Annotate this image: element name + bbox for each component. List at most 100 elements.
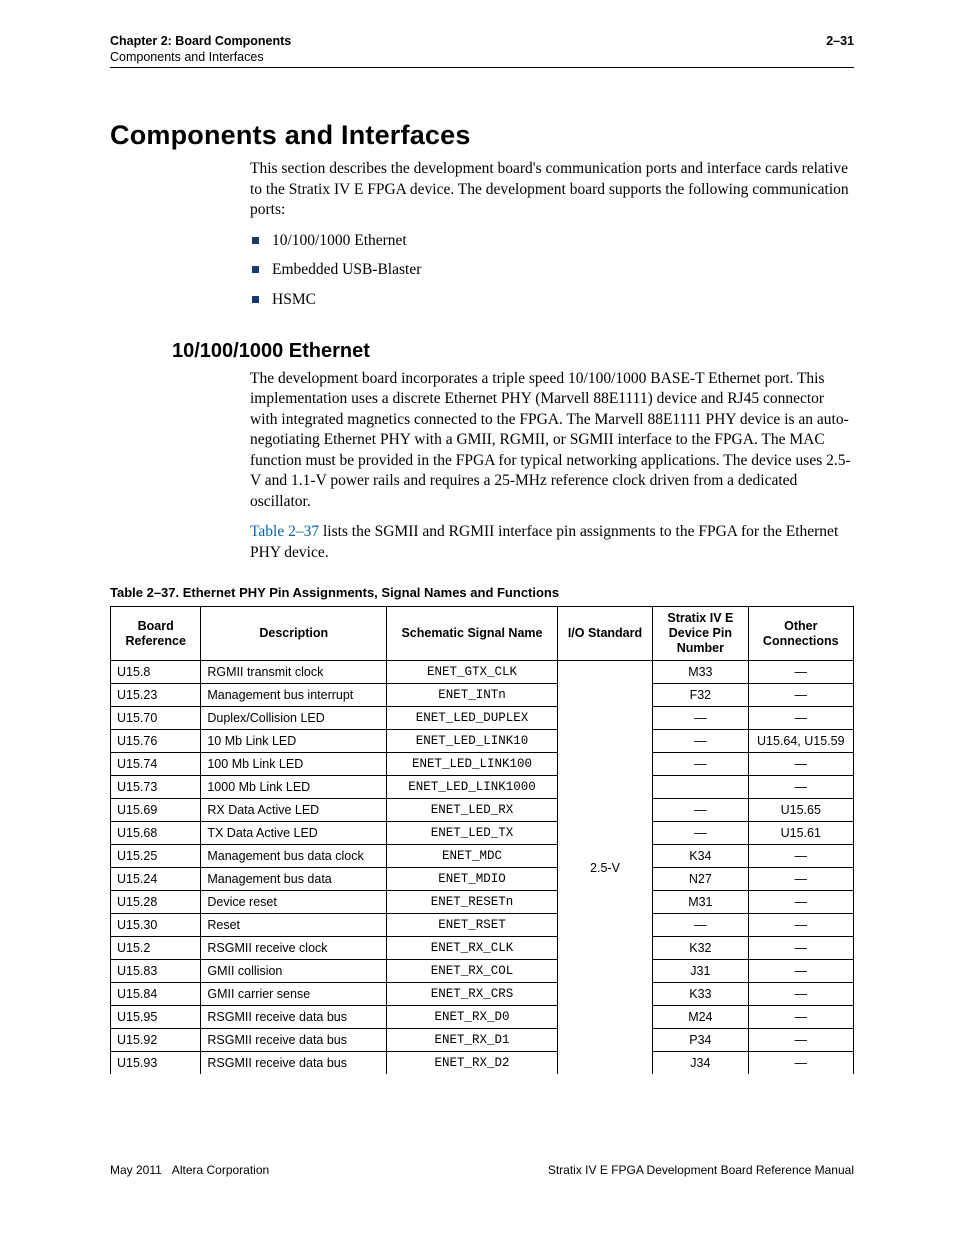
cell-description: Reset [201,914,387,937]
cell-pin-number: M24 [653,1006,748,1029]
intro-block: This section describes the development b… [250,159,854,310]
cell-pin-number: — [653,753,748,776]
cell-other-conn: — [748,1029,853,1052]
cell-pin-number: F32 [653,684,748,707]
table-row: U15.92RSGMII receive data busENET_RX_D1P… [111,1029,854,1052]
cell-signal-name: ENET_INTn [387,684,558,707]
header-chapter: Chapter 2: Board Components [110,34,291,50]
cell-signal-name: ENET_RX_D2 [387,1052,558,1075]
cell-other-conn: — [748,753,853,776]
cell-description: RSGMII receive data bus [201,1006,387,1029]
table-row: U15.95RSGMII receive data busENET_RX_D0M… [111,1006,854,1029]
cell-signal-name: ENET_RESETn [387,891,558,914]
cell-signal-name: ENET_LED_TX [387,822,558,845]
table-row: U15.84GMII carrier senseENET_RX_CRSK33— [111,983,854,1006]
col-other-conn: Other Connections [748,607,853,661]
cell-pin-number: M31 [653,891,748,914]
cell-signal-name: ENET_LED_LINK100 [387,753,558,776]
cell-other-conn: — [748,707,853,730]
cell-pin-number: P34 [653,1029,748,1052]
cell-other-conn: — [748,891,853,914]
cell-board-ref: U15.68 [111,822,201,845]
cell-pin-number: — [653,799,748,822]
cell-board-ref: U15.73 [111,776,201,799]
cell-pin-number: N27 [653,868,748,891]
list-item: 10/100/1000 Ethernet [250,231,854,251]
cell-description: RGMII transmit clock [201,661,387,684]
cell-signal-name: ENET_LED_LINK10 [387,730,558,753]
cell-signal-name: ENET_LED_LINK1000 [387,776,558,799]
table-row: U15.23Management bus interruptENET_INTnF… [111,684,854,707]
cell-pin-number: — [653,730,748,753]
cell-other-conn: — [748,914,853,937]
cell-board-ref: U15.30 [111,914,201,937]
col-pin-number: Stratix IV E Device Pin Number [653,607,748,661]
cell-board-ref: U15.24 [111,868,201,891]
cell-board-ref: U15.93 [111,1052,201,1075]
table-row: U15.83GMII collisionENET_RX_COLJ31— [111,960,854,983]
cell-pin-number: K32 [653,937,748,960]
page-footer: May 2011 Altera Corporation Stratix IV E… [110,1163,854,1177]
cell-description: GMII collision [201,960,387,983]
cell-signal-name: ENET_RX_D1 [387,1029,558,1052]
table-xref[interactable]: Table 2–37 [250,523,319,540]
cell-board-ref: U15.74 [111,753,201,776]
cell-description: TX Data Active LED [201,822,387,845]
cell-description: Duplex/Collision LED [201,707,387,730]
ethernet-paragraph-1: The development board incorporates a tri… [250,369,854,512]
table-row: U15.70Duplex/Collision LEDENET_LED_DUPLE… [111,707,854,730]
footer-right: Stratix IV E FPGA Development Board Refe… [548,1163,854,1177]
cell-signal-name: ENET_GTX_CLK [387,661,558,684]
cell-other-conn: U15.61 [748,822,853,845]
cell-signal-name: ENET_RX_CRS [387,983,558,1006]
cell-description: RSGMII receive clock [201,937,387,960]
cell-board-ref: U15.83 [111,960,201,983]
cell-description: Management bus data clock [201,845,387,868]
cell-description: 100 Mb Link LED [201,753,387,776]
cell-description: 1000 Mb Link LED [201,776,387,799]
table-row: U15.24Management bus dataENET_MDION27— [111,868,854,891]
ports-list: 10/100/1000 Ethernet Embedded USB-Blaste… [250,231,854,310]
col-io-standard: I/O Standard [557,607,652,661]
col-board-ref: Board Reference [111,607,201,661]
table-row: U15.28Device resetENET_RESETnM31— [111,891,854,914]
cell-other-conn: — [748,845,853,868]
page-header: Chapter 2: Board Components Components a… [110,34,854,65]
header-rule [110,67,854,68]
cell-other-conn: U15.65 [748,799,853,822]
subsection-heading: 10/100/1000 Ethernet [172,340,854,363]
pin-table: Board Reference Description Schematic Si… [110,606,854,1074]
cell-description: GMII carrier sense [201,983,387,1006]
ethernet-paragraph-2: Table 2–37 lists the SGMII and RGMII int… [250,522,854,563]
cell-board-ref: U15.25 [111,845,201,868]
ethernet-paragraph-2-rest: lists the SGMII and RGMII interface pin … [250,523,838,560]
cell-signal-name: ENET_RX_CLK [387,937,558,960]
cell-board-ref: U15.84 [111,983,201,1006]
cell-signal-name: ENET_LED_DUPLEX [387,707,558,730]
cell-description: Management bus interrupt [201,684,387,707]
table-header-row: Board Reference Description Schematic Si… [111,607,854,661]
table-row: U15.2RSGMII receive clockENET_RX_CLK K32— [111,937,854,960]
cell-description: Management bus data [201,868,387,891]
cell-other-conn: — [748,937,853,960]
cell-other-conn: — [748,1006,853,1029]
cell-board-ref: U15.2 [111,937,201,960]
cell-other-conn: — [748,776,853,799]
cell-board-ref: U15.70 [111,707,201,730]
ethernet-block: The development board incorporates a tri… [250,369,854,563]
section-heading: Components and Interfaces [110,120,854,151]
table-row: U15.68TX Data Active LEDENET_LED_TX—U15.… [111,822,854,845]
table-row: U15.8RGMII transmit clockENET_GTX_CLK2.5… [111,661,854,684]
cell-description: RSGMII receive data bus [201,1052,387,1075]
cell-pin-number: M33 [653,661,748,684]
header-page-number: 2–31 [826,34,854,65]
table-row: U15.69RX Data Active LEDENET_LED_RX—U15.… [111,799,854,822]
cell-signal-name: ENET_MDIO [387,868,558,891]
table-row: U15.731000 Mb Link LEDENET_LED_LINK1000 — [111,776,854,799]
table-row: U15.74100 Mb Link LEDENET_LED_LINK100 —— [111,753,854,776]
cell-description: RSGMII receive data bus [201,1029,387,1052]
cell-signal-name: ENET_RX_D0 [387,1006,558,1029]
cell-description: 10 Mb Link LED [201,730,387,753]
cell-pin-number: — [653,707,748,730]
cell-other-conn: — [748,983,853,1006]
